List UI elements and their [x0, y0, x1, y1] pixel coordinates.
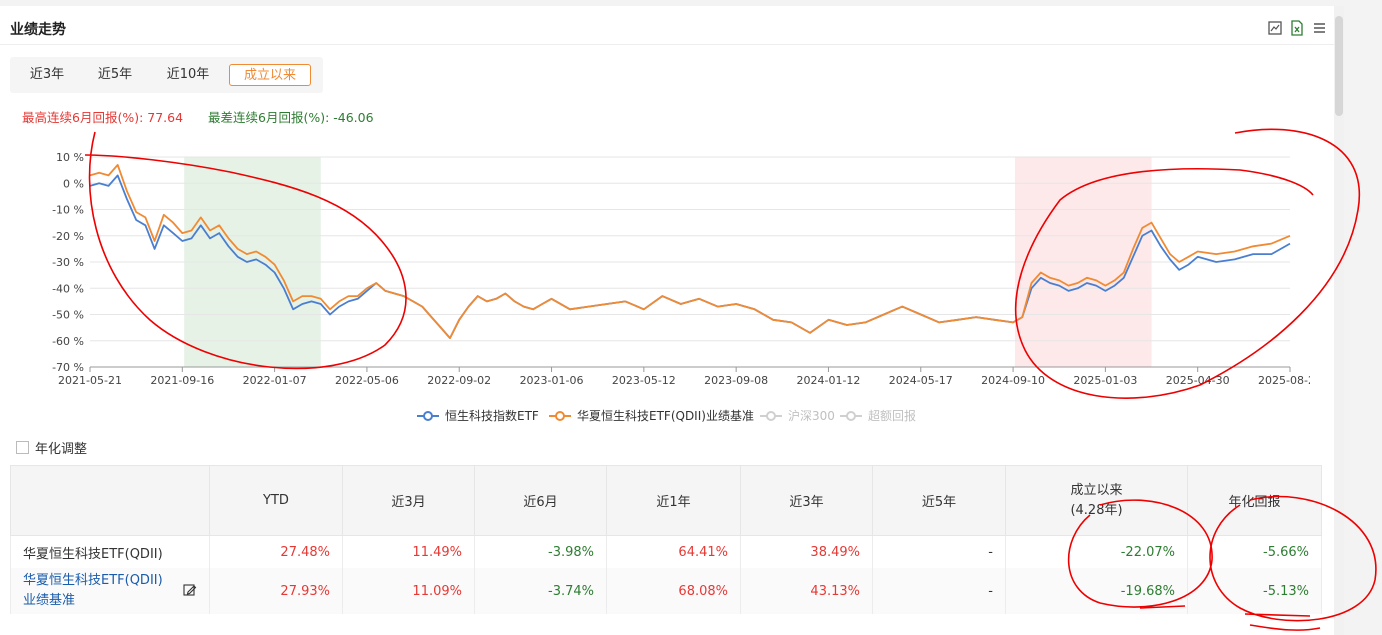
x-tick-label: 2023-01-06: [520, 374, 584, 387]
cell-value: -3.98%: [474, 535, 607, 568]
x-tick-label: 2022-09-02: [427, 374, 491, 387]
y-tick-label: -50 %: [52, 309, 84, 322]
legend-item-benchmark[interactable]: 华夏恒生科技ETF(QDII)业绩基准: [549, 407, 759, 425]
period-tabs: 近3年 近5年 近10年 成立以来: [10, 57, 323, 93]
scrollbar-thumb[interactable]: [1335, 16, 1343, 116]
cell-value: -3.74%: [474, 568, 607, 614]
row-name[interactable]: 华夏恒生科技ETF(QDII)业绩基准: [10, 568, 210, 614]
cell-value: 27.48%: [209, 535, 343, 568]
panel-title: 业绩走势: [10, 22, 66, 38]
x-tick-label: 2021-05-21: [58, 374, 122, 387]
legend-marker-icon: [423, 411, 433, 421]
cell-value: 64.41%: [606, 535, 741, 568]
tab-since-inception[interactable]: 成立以来: [229, 64, 311, 86]
x-tick-label: 2022-01-07: [243, 374, 307, 387]
header-3y: 近3年: [740, 465, 873, 536]
legend-marker-icon: [555, 411, 565, 421]
annualize-checkbox[interactable]: 年化调整: [16, 438, 87, 457]
y-tick-label: -70 %: [52, 361, 84, 374]
row-name-link[interactable]: 华夏恒生科技ETF(QDII)业绩基准: [23, 571, 173, 611]
cell-value: 11.49%: [342, 535, 475, 568]
edit-icon[interactable]: [183, 583, 197, 604]
legend-marker-icon: [766, 411, 776, 421]
row-name[interactable]: 华夏恒生科技ETF(QDII): [10, 535, 210, 568]
x-tick-label: 2025-01-03: [1073, 374, 1137, 387]
checkbox-box[interactable]: [16, 441, 29, 454]
image-download-icon[interactable]: [1267, 20, 1283, 36]
x-tick-label: 2021-09-16: [150, 374, 214, 387]
header-5y: 近5年: [872, 465, 1006, 536]
x-tick-label: 2023-09-08: [704, 374, 768, 387]
table-row: 华夏恒生科技ETF(QDII)业绩基准 27.93% 11.09% -3.74%…: [10, 568, 1322, 614]
x-tick-label: 2025-04-30: [1166, 374, 1230, 387]
header-6m: 近6月: [474, 465, 607, 536]
cell-value: -5.66%: [1187, 535, 1322, 568]
header-name: [10, 465, 210, 536]
header-1y: 近1年: [606, 465, 741, 536]
cell-value: -: [872, 568, 1006, 614]
cell-value: 43.13%: [740, 568, 873, 614]
page-scrollbar[interactable]: [1334, 6, 1344, 635]
header-3m: 近3月: [342, 465, 475, 536]
tab-5-years[interactable]: 近5年: [86, 64, 144, 86]
y-tick-label: 0 %: [63, 177, 84, 190]
x-tick-label: 2024-01-12: [796, 374, 860, 387]
header-annualized: 年化回报: [1187, 465, 1322, 536]
excel-export-icon[interactable]: [1289, 20, 1305, 36]
tab-3-years[interactable]: 近3年: [18, 64, 76, 86]
header-since-inception: 成立以来 (4.28年): [1005, 465, 1188, 536]
cell-value: -22.07%: [1005, 535, 1188, 568]
y-tick-label: 10 %: [56, 151, 84, 164]
cell-value: 38.49%: [740, 535, 873, 568]
panel-header: 业绩走势: [0, 6, 1334, 45]
y-tick-label: -30 %: [52, 256, 84, 269]
x-tick-label: 2024-09-10: [981, 374, 1045, 387]
legend-item-hstech-etf[interactable]: 恒生科技指数ETF: [417, 407, 557, 425]
cell-value: -5.13%: [1187, 568, 1322, 614]
x-tick-label: 2022-05-06: [335, 374, 399, 387]
x-tick-label: 2025-08-26: [1258, 374, 1310, 387]
performance-table: YTD 近3月 近6月 近1年 近3年 近5年 成立以来 (4.28年) 年化回…: [10, 465, 1322, 614]
cell-value: 27.93%: [209, 568, 343, 614]
cell-value: 68.08%: [606, 568, 741, 614]
y-tick-label: -20 %: [52, 230, 84, 243]
performance-line-chart: 10 % 0 % -10 % -20 % -30 % -40 % -50 % -60 % -70…: [52, 151, 1310, 387]
legend-marker-icon: [846, 411, 856, 421]
table-row: 华夏恒生科技ETF(QDII) 27.48% 11.49% -3.98% 64.…: [10, 535, 1322, 568]
tab-10-years[interactable]: 近10年: [156, 64, 220, 86]
chart-legend: 恒生科技指数ETF 华夏恒生科技ETF(QDII)业绩基准 沪深300 超额回报: [0, 407, 1334, 425]
cell-value: -19.68%: [1005, 568, 1188, 614]
legend-item-csi300[interactable]: 沪深300: [760, 407, 840, 425]
table-header-row: YTD 近3月 近6月 近1年 近3年 近5年 成立以来 (4.28年) 年化回…: [10, 465, 1322, 536]
y-tick-label: -40 %: [52, 282, 84, 295]
cell-value: 11.09%: [342, 568, 475, 614]
x-tick-label: 2023-05-12: [612, 374, 676, 387]
best-6m-return: 最高连续6月回报(%): 77.64: [22, 110, 184, 125]
y-tick-label: -10 %: [52, 204, 84, 217]
y-tick-label: -60 %: [52, 335, 84, 348]
cell-value: -: [872, 535, 1006, 568]
legend-item-excess-return[interactable]: 超额回报: [840, 407, 930, 425]
annualize-label: 年化调整: [35, 442, 88, 457]
x-tick-label: 2024-05-17: [889, 374, 953, 387]
header-ytd: YTD: [209, 465, 343, 536]
worst-6m-return: 最差连续6月回报(%): -46.06: [208, 110, 374, 125]
menu-list-icon[interactable]: [1311, 20, 1327, 36]
